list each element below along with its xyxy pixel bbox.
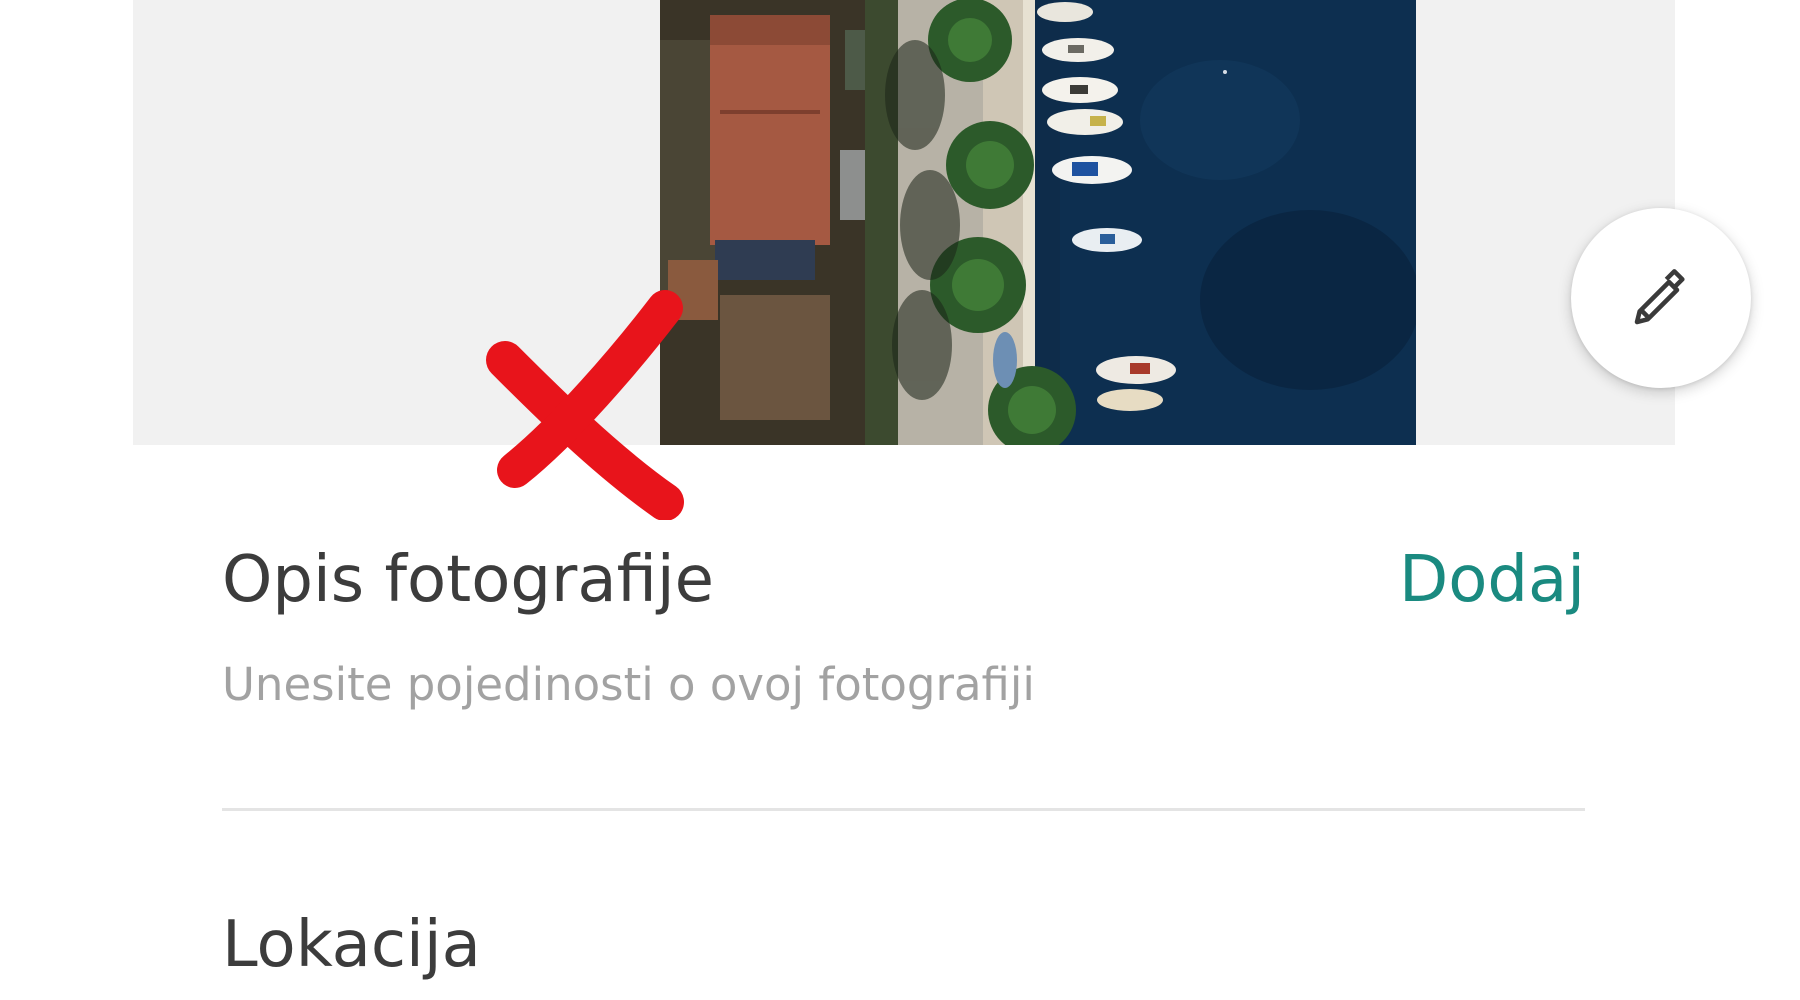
add-description-link[interactable]: Dodaj bbox=[1399, 548, 1585, 612]
photo-preview-area bbox=[133, 0, 1751, 445]
photo-description-title: Opis fotografije bbox=[222, 543, 715, 617]
pencil-icon bbox=[1634, 269, 1685, 325]
photo-description-input[interactable]: Unesite pojedinosti o ovoj fotografiji bbox=[222, 662, 1582, 707]
location-title: Lokacija bbox=[222, 908, 481, 982]
photo-image[interactable] bbox=[660, 0, 1416, 445]
edit-photo-button[interactable] bbox=[1571, 208, 1751, 388]
section-divider bbox=[222, 808, 1585, 811]
harbor-photo bbox=[660, 0, 1416, 445]
